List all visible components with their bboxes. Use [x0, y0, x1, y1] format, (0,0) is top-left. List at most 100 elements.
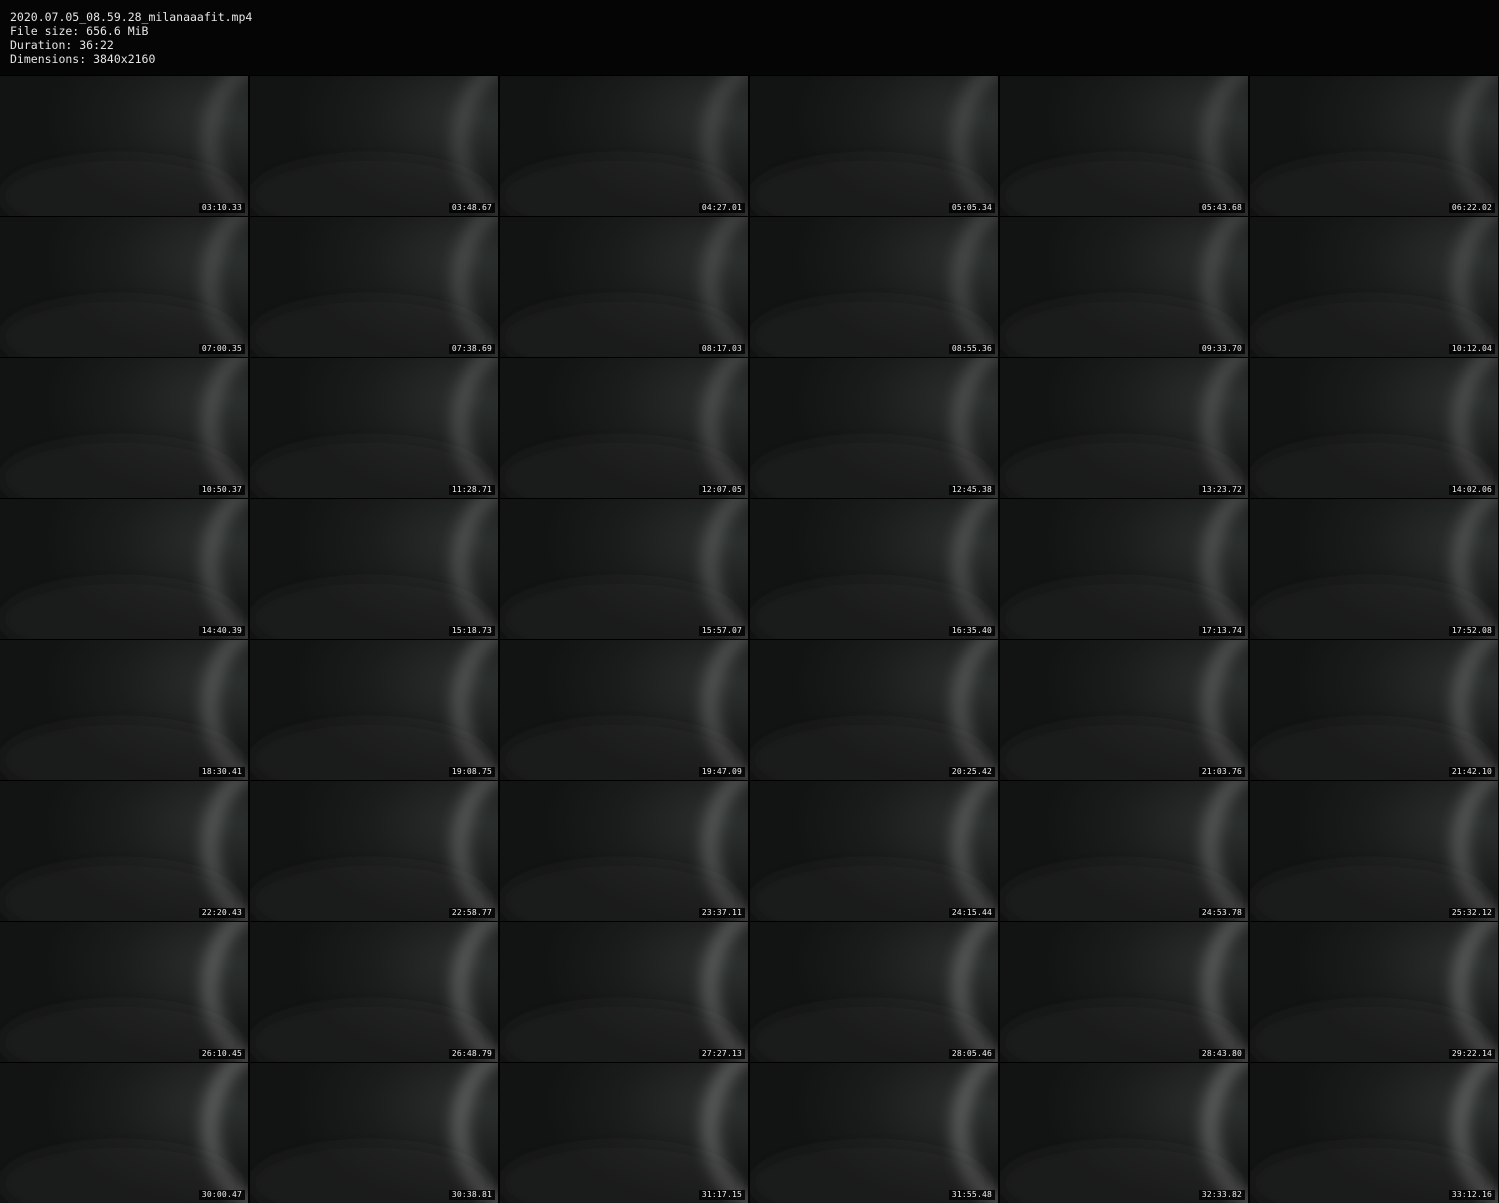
video-thumbnail[interactable]: 25:32.12 — [1250, 781, 1498, 921]
video-thumbnail[interactable]: 08:55.36 — [750, 217, 998, 357]
timestamp-label: 31:17.15 — [698, 1190, 745, 1200]
timestamp-label: 13:23.72 — [1198, 485, 1245, 495]
video-thumbnail[interactable]: 11:28.71 — [250, 358, 498, 498]
timestamp-label: 05:43.68 — [1198, 203, 1245, 213]
video-thumbnail[interactable]: 05:43.68 — [1000, 76, 1248, 216]
video-thumbnail[interactable]: 20:25.42 — [750, 640, 998, 780]
video-thumbnail[interactable]: 07:00.35 — [0, 217, 248, 357]
thumbnail-frame — [0, 358, 248, 498]
thumbnail-frame — [500, 922, 748, 1062]
thumbnail-frame — [1250, 76, 1498, 216]
timestamp-label: 32:33.82 — [1198, 1190, 1245, 1200]
video-thumbnail[interactable]: 15:57.07 — [500, 499, 748, 639]
thumbnail-frame — [1000, 358, 1248, 498]
video-thumbnail[interactable]: 19:47.09 — [500, 640, 748, 780]
video-thumbnail[interactable]: 21:42.10 — [1250, 640, 1498, 780]
video-thumbnail[interactable]: 03:10.33 — [0, 76, 248, 216]
thumbnail-frame — [250, 76, 498, 216]
dimensions-text: Dimensions: 3840x2160 — [10, 52, 156, 66]
video-thumbnail[interactable]: 07:38.69 — [250, 217, 498, 357]
timestamp-label: 11:28.71 — [448, 485, 495, 495]
video-thumbnail[interactable]: 13:23.72 — [1000, 358, 1248, 498]
thumbnail-frame — [500, 76, 748, 216]
video-thumbnail[interactable]: 30:00.47 — [0, 1063, 248, 1203]
video-thumbnail[interactable]: 16:35.40 — [750, 499, 998, 639]
video-thumbnail[interactable]: 06:22.02 — [1250, 76, 1498, 216]
video-thumbnail[interactable]: 31:17.15 — [500, 1063, 748, 1203]
video-thumbnail[interactable]: 33:12.16 — [1250, 1063, 1498, 1203]
thumbnail-frame — [0, 640, 248, 780]
timestamp-label: 18:30.41 — [198, 767, 245, 777]
timestamp-label: 25:32.12 — [1448, 908, 1495, 918]
video-thumbnail[interactable]: 26:10.45 — [0, 922, 248, 1062]
video-info-header: 2020.07.05_08.59.28_milanaaafit.mp4 File… — [0, 0, 1499, 75]
timestamp-label: 17:13.74 — [1198, 626, 1245, 636]
timestamp-label: 03:48.67 — [448, 203, 495, 213]
timestamp-label: 19:08.75 — [448, 767, 495, 777]
video-thumbnail[interactable]: 28:05.46 — [750, 922, 998, 1062]
video-thumbnail[interactable]: 22:20.43 — [0, 781, 248, 921]
timestamp-label: 26:48.79 — [448, 1049, 495, 1059]
thumbnail-frame — [500, 358, 748, 498]
thumbnail-frame — [1250, 640, 1498, 780]
video-thumbnail[interactable]: 14:02.06 — [1250, 358, 1498, 498]
video-thumbnail[interactable]: 03:48.67 — [250, 76, 498, 216]
timestamp-label: 10:50.37 — [198, 485, 245, 495]
video-thumbnail[interactable]: 19:08.75 — [250, 640, 498, 780]
timestamp-label: 05:05.34 — [948, 203, 995, 213]
timestamp-label: 15:18.73 — [448, 626, 495, 636]
thumbnail-frame — [1000, 640, 1248, 780]
timestamp-label: 28:43.80 — [1198, 1049, 1245, 1059]
video-thumbnail[interactable]: 08:17.03 — [500, 217, 748, 357]
video-thumbnail[interactable]: 17:52.08 — [1250, 499, 1498, 639]
timestamp-label: 09:33.70 — [1198, 344, 1245, 354]
thumbnail-grid: 03:10.33 03:48.67 04:27.01 05:05.34 05:43.68… — [0, 76, 1499, 1203]
video-thumbnail[interactable]: 23:37.11 — [500, 781, 748, 921]
video-thumbnail[interactable]: 15:18.73 — [250, 499, 498, 639]
video-thumbnail[interactable]: 17:13.74 — [1000, 499, 1248, 639]
video-thumbnail[interactable]: 12:07.05 — [500, 358, 748, 498]
thumbnail-frame — [0, 922, 248, 1062]
thumbnail-frame — [250, 640, 498, 780]
video-thumbnail[interactable]: 28:43.80 — [1000, 922, 1248, 1062]
thumbnail-frame — [1250, 1063, 1498, 1203]
video-thumbnail[interactable]: 27:27.13 — [500, 922, 748, 1062]
video-thumbnail[interactable]: 04:27.01 — [500, 76, 748, 216]
thumbnail-frame — [1000, 781, 1248, 921]
timestamp-label: 16:35.40 — [948, 626, 995, 636]
video-thumbnail[interactable]: 24:15.44 — [750, 781, 998, 921]
thumbnail-frame — [500, 640, 748, 780]
video-thumbnail[interactable]: 10:50.37 — [0, 358, 248, 498]
video-thumbnail[interactable]: 09:33.70 — [1000, 217, 1248, 357]
timestamp-label: 31:55.48 — [948, 1190, 995, 1200]
thumbnail-frame — [1250, 217, 1498, 357]
timestamp-label: 24:53.78 — [1198, 908, 1245, 918]
timestamp-label: 14:40.39 — [198, 626, 245, 636]
video-thumbnail[interactable]: 14:40.39 — [0, 499, 248, 639]
video-thumbnail[interactable]: 10:12.04 — [1250, 217, 1498, 357]
filename-text: 2020.07.05_08.59.28_milanaaafit.mp4 — [10, 10, 253, 24]
timestamp-label: 14:02.06 — [1448, 485, 1495, 495]
timestamp-label: 21:03.76 — [1198, 767, 1245, 777]
thumbnail-frame — [1000, 499, 1248, 639]
video-thumbnail[interactable]: 31:55.48 — [750, 1063, 998, 1203]
timestamp-label: 10:12.04 — [1448, 344, 1495, 354]
video-thumbnail[interactable]: 22:58.77 — [250, 781, 498, 921]
timestamp-label: 07:38.69 — [448, 344, 495, 354]
timestamp-label: 33:12.16 — [1448, 1190, 1495, 1200]
video-thumbnail[interactable]: 24:53.78 — [1000, 781, 1248, 921]
thumbnail-frame — [750, 76, 998, 216]
video-thumbnail[interactable]: 21:03.76 — [1000, 640, 1248, 780]
timestamp-label: 12:45.38 — [948, 485, 995, 495]
timestamp-label: 08:17.03 — [698, 344, 745, 354]
thumbnail-frame — [1250, 781, 1498, 921]
timestamp-label: 23:37.11 — [698, 908, 745, 918]
video-thumbnail[interactable]: 12:45.38 — [750, 358, 998, 498]
video-thumbnail[interactable]: 26:48.79 — [250, 922, 498, 1062]
video-thumbnail[interactable]: 29:22.14 — [1250, 922, 1498, 1062]
video-thumbnail[interactable]: 05:05.34 — [750, 76, 998, 216]
video-thumbnail[interactable]: 30:38.81 — [250, 1063, 498, 1203]
file-size-text: File size: 656.6 MiB — [10, 24, 149, 38]
video-thumbnail[interactable]: 18:30.41 — [0, 640, 248, 780]
video-thumbnail[interactable]: 32:33.82 — [1000, 1063, 1248, 1203]
